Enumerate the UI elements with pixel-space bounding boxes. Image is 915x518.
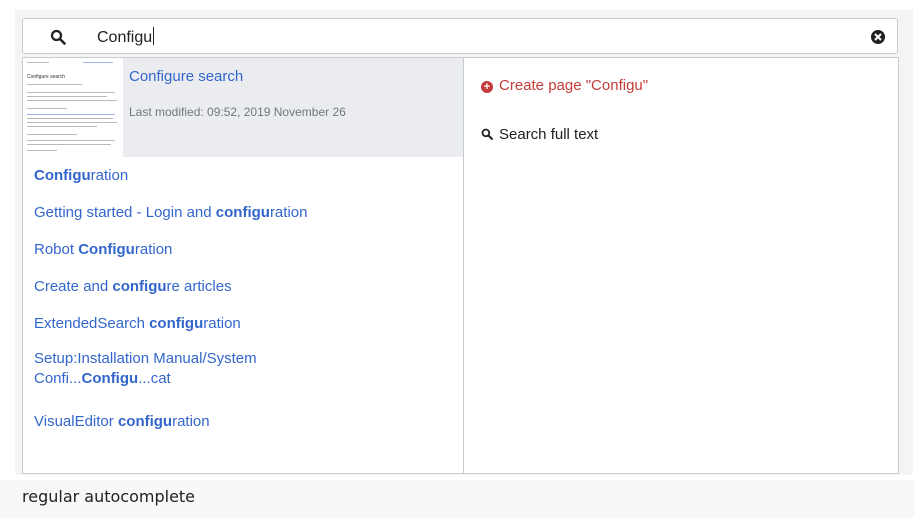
search-full-text-label: Search full text — [499, 126, 599, 143]
search-input[interactable]: Configu — [97, 27, 155, 47]
thumb-line — [27, 134, 77, 135]
thumb-line — [27, 118, 113, 119]
search-bar[interactable]: Configu — [22, 18, 898, 54]
top-result-title[interactable]: Configure search — [129, 68, 243, 85]
create-page-label: Create page "Configu" — [499, 77, 649, 94]
caption: regular autocomplete — [22, 487, 196, 506]
clear-icon[interactable] — [870, 29, 886, 45]
search-full-text-link[interactable]: Search full text — [481, 126, 598, 143]
thumb-line — [27, 100, 117, 101]
thumb-line — [27, 92, 115, 93]
search-icon — [50, 29, 66, 45]
suggestions-pane: Configure search Configure search Last m… — [23, 58, 464, 473]
thumb-line — [27, 114, 115, 115]
suggestion-item[interactable]: Robot Configuration — [34, 240, 172, 260]
create-page-link[interactable]: + Create page "Configu" — [481, 77, 648, 94]
page-thumbnail: Configure search — [23, 58, 123, 157]
thumbnail-title: Configure search — [27, 74, 66, 80]
suggestion-item[interactable]: VisualEditor configuration — [34, 412, 210, 432]
thumb-line — [27, 108, 67, 109]
text-caret — [153, 27, 155, 45]
thumb-line — [83, 62, 113, 63]
thumb-line — [27, 126, 97, 127]
suggestion-item[interactable]: ExtendedSearch configuration — [34, 314, 241, 334]
top-result[interactable]: Configure search Configure search Last m… — [23, 58, 463, 157]
suggestion-item[interactable]: Create and configure articles — [34, 277, 232, 297]
suggestion-item[interactable]: Setup:Installation Manual/System Confi...… — [34, 349, 257, 389]
thumb-line — [27, 122, 117, 123]
thumb-line — [27, 62, 49, 63]
thumb-line — [27, 96, 107, 97]
thumb-line — [27, 84, 82, 85]
thumb-line — [27, 140, 115, 141]
thumb-line — [27, 144, 111, 145]
caption-bar: regular autocomplete — [0, 480, 915, 518]
thumb-line — [27, 150, 57, 151]
plus-circle-icon: + — [481, 81, 493, 93]
suggestion-item[interactable]: Configuration — [34, 166, 128, 186]
search-query: Configu — [97, 29, 153, 46]
suggestion-item[interactable]: Getting started - Login and configuratio… — [34, 203, 307, 223]
top-result-meta: Last modified: 09:52, 2019 November 26 — [129, 105, 346, 119]
actions-pane: + Create page "Configu" Search full text — [464, 58, 898, 473]
search-icon — [481, 128, 493, 140]
autocomplete-dropdown: Configure search Configure search Last m… — [22, 57, 899, 474]
